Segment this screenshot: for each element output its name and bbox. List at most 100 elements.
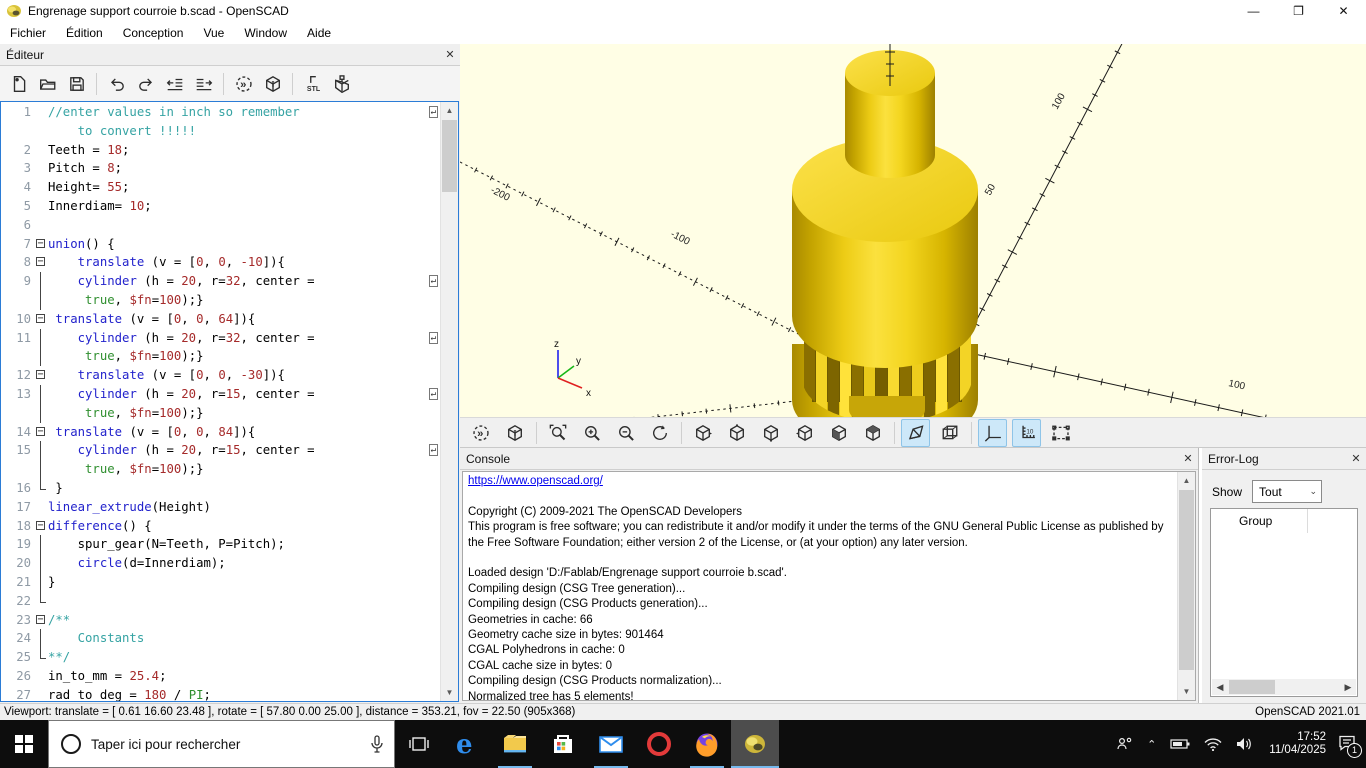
chevron-up-icon[interactable]: ⌃ [1147, 738, 1156, 751]
print-3d-button[interactable] [327, 69, 356, 98]
code-editor[interactable]: 1//enter values in inch so remember↵ to … [0, 101, 459, 702]
render-button[interactable] [500, 419, 529, 447]
code-line[interactable]: 7union() { [1, 235, 441, 254]
code-line[interactable]: true, $fn=100);} [1, 291, 441, 310]
editor-scroll-thumb[interactable] [442, 120, 457, 192]
view-all-button[interactable] [1046, 419, 1075, 447]
code-line[interactable]: 24 Constants [1, 629, 441, 648]
perspective-button[interactable] [901, 419, 930, 447]
show-scale-markers-button[interactable]: 10 [1012, 419, 1041, 447]
indent-button[interactable] [189, 69, 218, 98]
orthographic-button[interactable] [935, 419, 964, 447]
console-vertical-scrollbar[interactable]: ▲ ▼ [1177, 472, 1195, 700]
scroll-up-icon[interactable]: ▲ [1178, 472, 1195, 489]
taskbar-app-firefox[interactable] [683, 720, 731, 768]
code-line[interactable]: 18difference() { [1, 517, 441, 536]
code-line[interactable]: 23/** [1, 611, 441, 630]
errorlog-column-group[interactable]: Group [1239, 514, 1272, 528]
reset-view-button[interactable] [645, 419, 674, 447]
code-line[interactable]: true, $fn=100);} [1, 460, 441, 479]
fold-marker[interactable] [35, 366, 48, 385]
battery-icon[interactable] [1170, 738, 1190, 750]
menu-fichier[interactable]: Fichier [0, 23, 56, 43]
code-line[interactable]: 19 spur_gear(N=Teeth, P=Pitch); [1, 535, 441, 554]
minimize-button[interactable]: — [1231, 0, 1276, 22]
scroll-right-icon[interactable]: ▶ [1340, 679, 1356, 695]
volume-icon[interactable] [1236, 737, 1254, 751]
code-line[interactable]: 5Innerdiam= 10; [1, 197, 441, 216]
taskbar-app-file-explorer[interactable] [491, 720, 539, 768]
new-file-button[interactable] [4, 69, 33, 98]
code-line[interactable]: 27rad_to_deg = 180 / PI; [1, 686, 441, 702]
menu-window[interactable]: Window [234, 23, 297, 43]
console-scroll-thumb[interactable] [1179, 490, 1194, 670]
errorlog-table[interactable]: Group ◀ ▶ [1210, 508, 1358, 697]
wifi-icon[interactable] [1204, 738, 1222, 751]
render-button[interactable] [258, 69, 287, 98]
fold-marker[interactable] [35, 517, 48, 536]
fold-marker[interactable] [35, 235, 48, 254]
code-line[interactable]: 20 circle(d=Innerdiam); [1, 554, 441, 573]
unindent-button[interactable] [160, 69, 189, 98]
taskbar-app-openscad[interactable] [731, 720, 779, 768]
fold-marker[interactable] [35, 423, 48, 442]
zoom-out-button[interactable] [611, 419, 640, 447]
3d-viewport[interactable]: -200-10050100100100 [460, 44, 1366, 417]
scroll-up-icon[interactable]: ▲ [441, 102, 458, 119]
fold-marker[interactable] [35, 611, 48, 630]
editor-close-icon[interactable]: ✕ [440, 48, 460, 61]
view-front-button[interactable] [824, 419, 853, 447]
code-line[interactable]: 14 translate (v = [0, 0, 84]){ [1, 423, 441, 442]
errorlog-horizontal-scrollbar[interactable]: ◀ ▶ [1212, 679, 1356, 695]
task-view-button[interactable] [395, 720, 443, 768]
taskbar-app-edge[interactable]: e [443, 720, 491, 768]
code-line[interactable]: true, $fn=100);} [1, 404, 441, 423]
code-line[interactable]: 11 cylinder (h = 20, r=32, center = ↵ [1, 329, 441, 348]
fold-marker[interactable] [35, 310, 48, 329]
taskbar-app-mail[interactable] [587, 720, 635, 768]
taskbar-app-store[interactable] [539, 720, 587, 768]
taskbar-app-opera[interactable] [635, 720, 683, 768]
view-bottom-button[interactable] [756, 419, 785, 447]
save-file-button[interactable] [62, 69, 91, 98]
export-stl-button[interactable]: STL [298, 69, 327, 98]
console-link[interactable]: https://www.openscad.org/ [468, 475, 603, 487]
console-output[interactable]: https://www.openscad.org/ Copyright (C) … [462, 471, 1196, 701]
code-line[interactable]: 26in_to_mm = 25.4; [1, 667, 441, 686]
code-line[interactable]: 22 [1, 592, 441, 611]
start-button[interactable] [0, 720, 48, 768]
code-line[interactable]: 15 cylinder (h = 20, r=15, center = ↵ [1, 441, 441, 460]
code-line[interactable]: 9 cylinder (h = 20, r=32, center = ↵ [1, 272, 441, 291]
undo-button[interactable] [102, 69, 131, 98]
zoom-in-button[interactable] [577, 419, 606, 447]
code-line[interactable]: true, $fn=100);} [1, 347, 441, 366]
code-line[interactable]: 21} [1, 573, 441, 592]
code-line[interactable]: 1//enter values in inch so remember↵ [1, 103, 441, 122]
scroll-left-icon[interactable]: ◀ [1212, 679, 1228, 695]
restore-button[interactable]: ❐ [1276, 0, 1321, 22]
menu-aide[interactable]: Aide [297, 23, 341, 43]
code-line[interactable]: 6 [1, 216, 441, 235]
action-center-button[interactable]: 1 [1338, 735, 1356, 754]
code-line[interactable]: 17linear_extrude(Height) [1, 498, 441, 517]
errorlog-filter-dropdown[interactable]: Tout ⌄ [1252, 480, 1322, 503]
redo-button[interactable] [131, 69, 160, 98]
open-file-button[interactable] [33, 69, 62, 98]
code-line[interactable]: 25**/ [1, 648, 441, 667]
errorlog-close-icon[interactable]: ✕ [1346, 452, 1366, 465]
code-line[interactable]: to convert !!!!! [1, 122, 441, 141]
zoom-all-button[interactable] [543, 419, 572, 447]
show-axes-button[interactable] [978, 419, 1007, 447]
menu-conception[interactable]: Conception [113, 23, 194, 43]
menu-vue[interactable]: Vue [193, 23, 234, 43]
view-top-button[interactable] [722, 419, 751, 447]
fold-marker[interactable] [35, 253, 48, 272]
editor-vertical-scrollbar[interactable]: ▲ ▼ [440, 102, 458, 701]
microphone-icon[interactable] [370, 735, 384, 753]
code-line[interactable]: 16 } [1, 479, 441, 498]
view-right-button[interactable] [688, 419, 717, 447]
taskbar-clock[interactable]: 17:52 11/04/2025 [1269, 731, 1326, 757]
code-line[interactable]: 13 cylinder (h = 20, r=15, center = ↵ [1, 385, 441, 404]
preview-button[interactable]: » [229, 69, 258, 98]
taskbar-search-input[interactable]: Taper ici pour rechercher [48, 720, 395, 768]
